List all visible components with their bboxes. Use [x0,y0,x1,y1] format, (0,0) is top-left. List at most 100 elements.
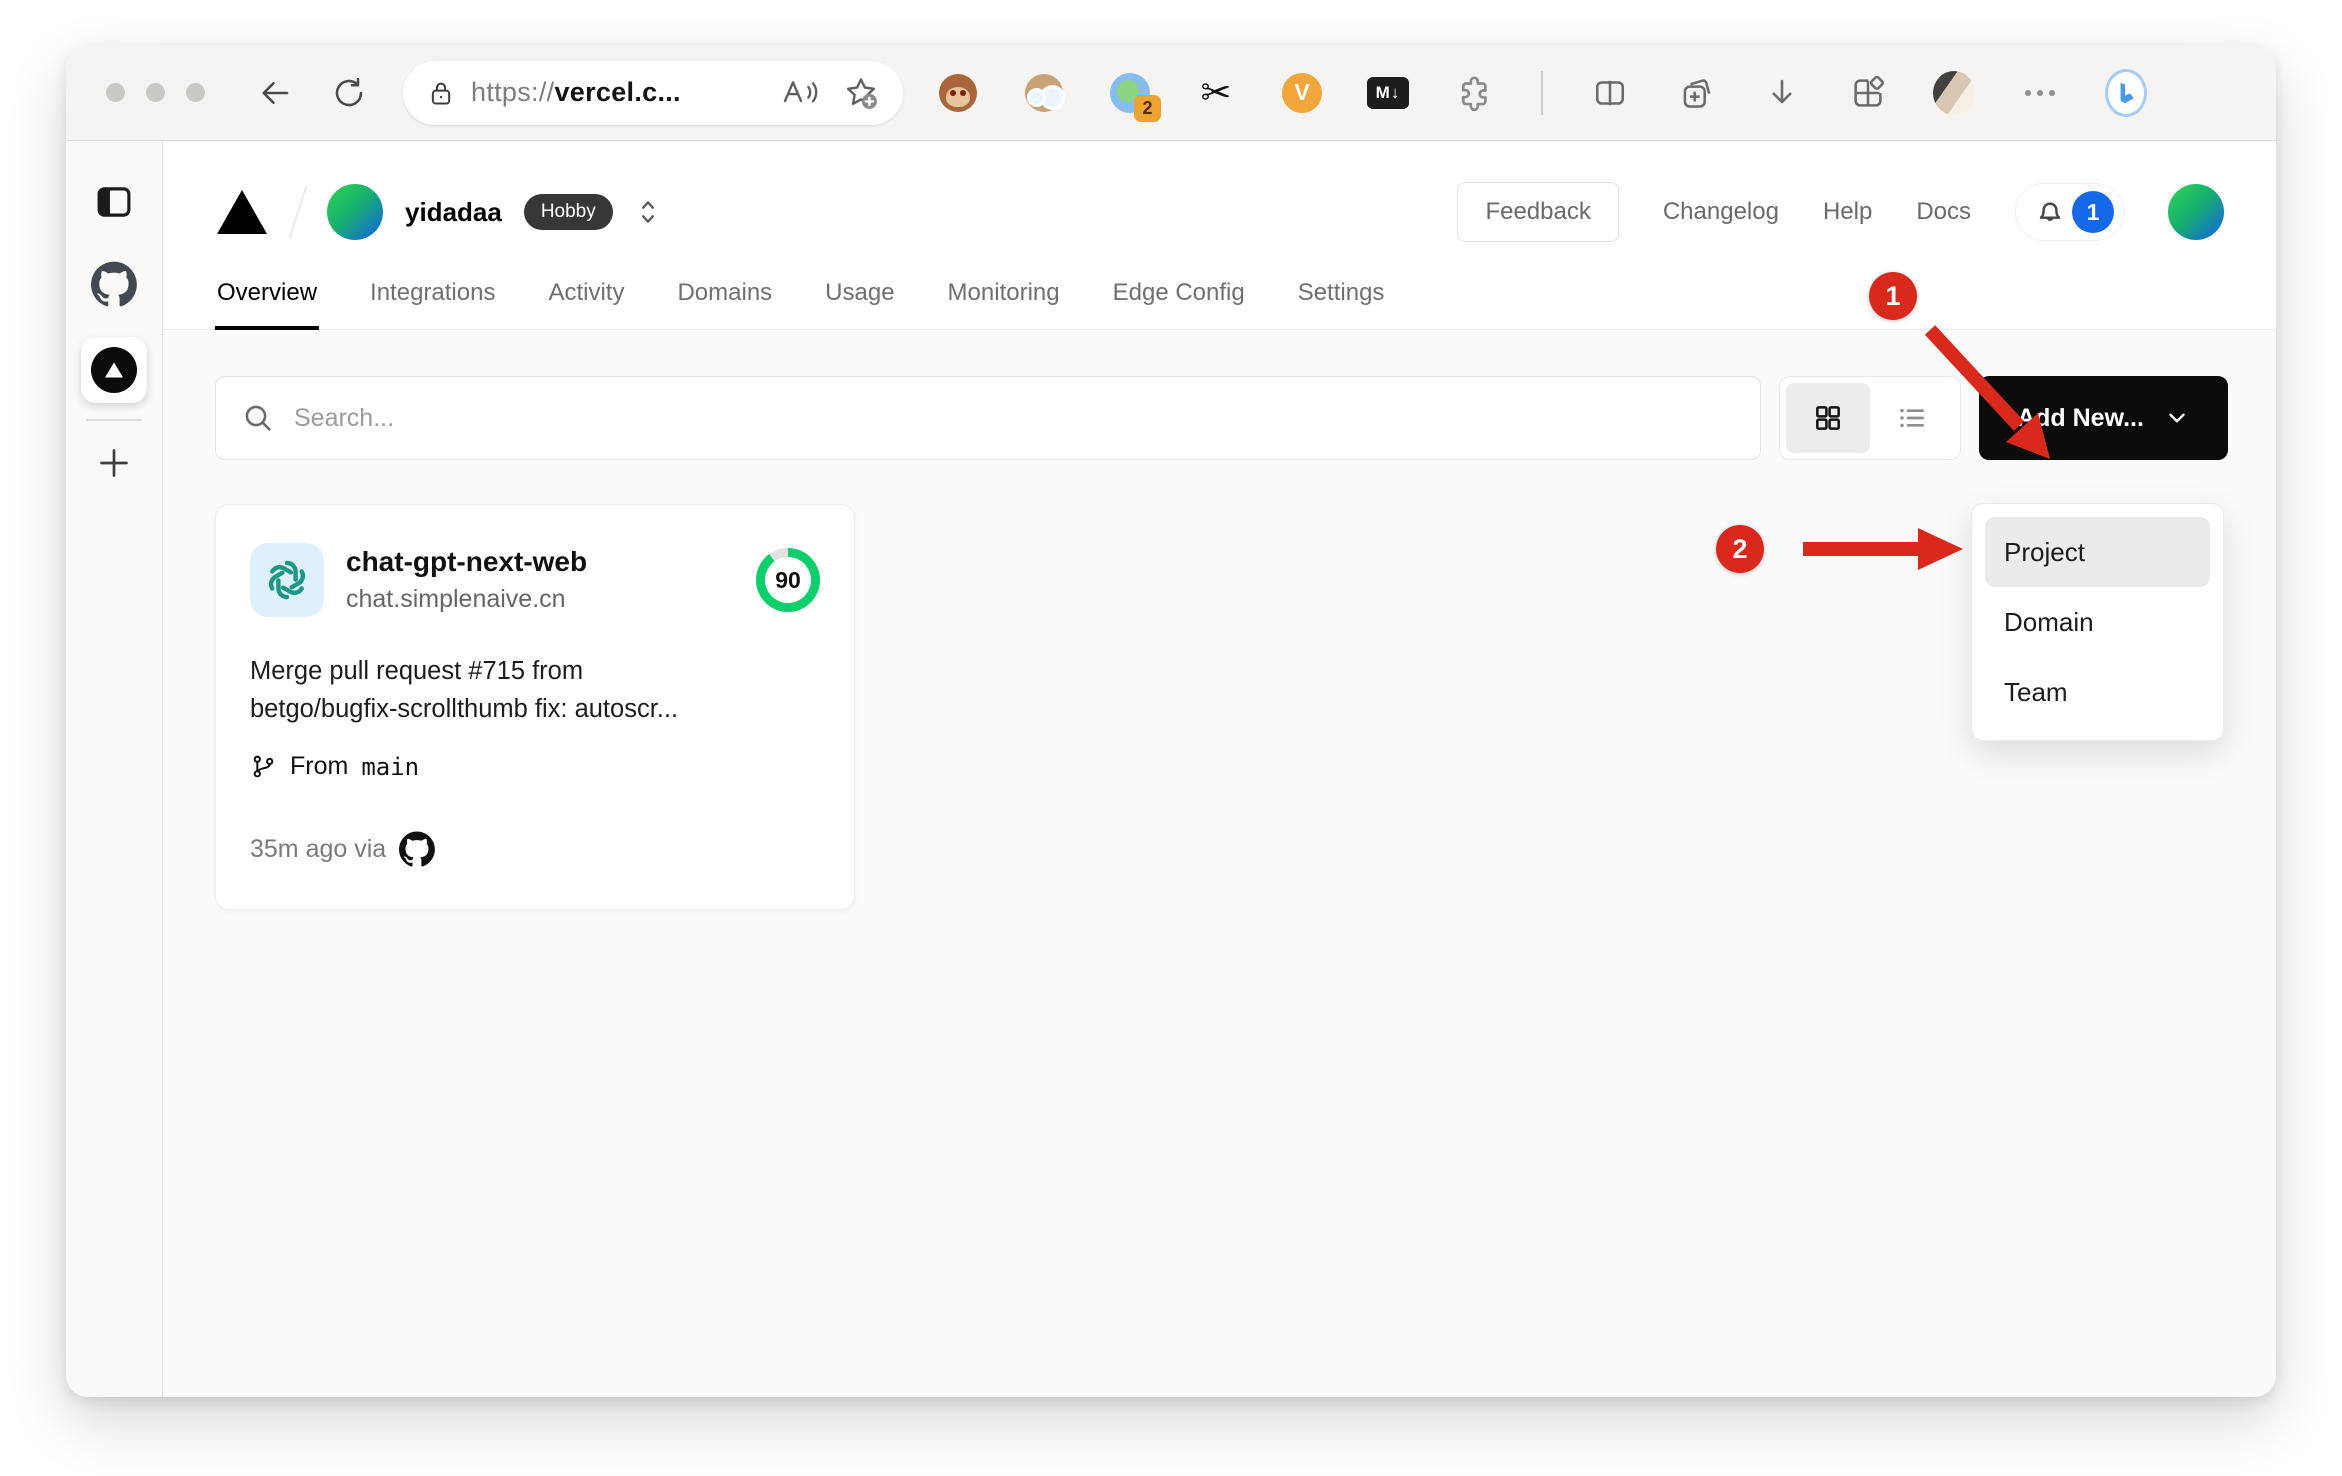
projects-toolbar: Add New... [215,376,2228,460]
downloads-button[interactable] [1761,72,1803,114]
vercel-header: yidadaa Hobby Feedback Changelog Help Do… [163,141,2276,330]
branch-label: From [290,752,349,781]
new-tab-button[interactable] [94,443,134,483]
tab-monitoring[interactable]: Monitoring [946,265,1062,329]
grid-view-icon [1816,406,1840,430]
user-avatar[interactable] [2168,184,2224,240]
team-avatar [327,184,383,240]
split-screen-icon [1595,80,1625,105]
minimize-button[interactable] [146,83,165,102]
clip-extension-icon[interactable]: ✂ [1195,72,1237,114]
extensions-row: 2 ✂ V M↓ [937,68,2236,122]
zoom-button[interactable] [186,83,205,102]
more-menu-button[interactable] [2019,72,2061,114]
chevron-down-icon [2169,413,2185,423]
search-box [215,376,1761,460]
url-host: vercel.c... [554,77,681,107]
workspaces-button[interactable] [1847,72,1889,114]
v-badge-icon: V [1282,72,1322,113]
tab-domains[interactable]: Domains [675,265,774,329]
dropdown-item-domain[interactable]: Domain [1985,587,2210,657]
tab-settings[interactable]: Settings [1296,265,1387,329]
v-extension-icon[interactable]: V [1281,72,1323,114]
reload-button[interactable] [329,73,369,113]
plan-badge: Hobby [523,194,613,230]
changelog-link[interactable]: Changelog [1663,198,1779,226]
notification-count-badge: 1 [2072,191,2114,233]
puzzle-icon [1461,75,1487,111]
read-aloud-icon [783,80,818,102]
add-new-label: Add New... [2017,403,2144,432]
dashboard-tabs: Overview Integrations Activity Domains U… [215,265,2224,330]
annotation-step-1: 1 [1869,272,1917,320]
url-scheme: https:// [471,77,555,107]
tab-overview[interactable]: Overview [215,265,320,330]
header-top-row: yidadaa Hobby Feedback Changelog Help Do… [215,163,2224,261]
split-screen-button[interactable] [1589,72,1631,114]
tab-activity[interactable]: Activity [546,265,626,329]
user-persona-extension-icon[interactable] [1023,72,1065,114]
grid-view-button[interactable] [1786,383,1870,453]
collections-button[interactable] [1675,72,1717,114]
list-view-button[interactable] [1870,383,1954,453]
url-text: https://vercel.c... [471,77,681,108]
github-source-icon [399,831,436,868]
project-titles: chat-gpt-next-web chat.simplenaive.cn [346,546,734,614]
docs-link[interactable]: Docs [1916,198,1971,226]
address-bar[interactable]: https://vercel.c... [403,60,903,125]
dropdown-item-team[interactable]: Team [1985,657,2210,727]
latest-commit-message: Merge pull request #715 from betgo/bugfi… [250,653,820,728]
back-arrow-icon [262,81,289,104]
help-link[interactable]: Help [1823,198,1872,226]
score-value: 90 [775,566,801,593]
team-switcher-button[interactable] [635,197,661,227]
close-button[interactable] [106,83,125,102]
translate-extension-icon[interactable]: 2 [1109,72,1161,122]
browser-window: https://vercel.c... 2 ✂ V M↓ yidadaa Hob… [66,45,2276,1397]
cat-avatar [1933,70,1975,115]
notifications-button[interactable]: 1 [2015,183,2124,241]
bing-chat-button[interactable] [2105,68,2147,117]
feedback-button[interactable]: Feedback [1457,182,1619,242]
search-input[interactable] [294,403,1734,433]
deploy-time-text: 35m ago via [250,834,387,863]
project-domain[interactable]: chat.simplenaive.cn [346,585,734,614]
sidebar-divider [86,419,142,421]
git-branch-icon [253,756,274,778]
team-name: yidadaa [405,196,502,227]
tab-integrations[interactable]: Integrations [368,265,497,329]
project-card[interactable]: chat-gpt-next-web chat.simplenaive.cn 90… [215,504,855,911]
add-favorite-button[interactable] [839,73,883,113]
tampermonkey-extension-icon[interactable] [937,72,979,114]
download-icon [1772,79,1792,103]
scissors-icon: ✂ [1200,72,1232,113]
monkey-icon [939,73,977,112]
chevron-updown-icon [641,201,654,223]
scope-switcher: yidadaa Hobby [215,184,661,240]
dropdown-item-project[interactable]: Project [1985,517,2210,587]
branch-row: From main [250,752,820,781]
profile-avatar-button[interactable] [1933,70,1975,115]
tab-vercel-active[interactable] [81,337,147,403]
tab-github[interactable] [91,261,137,307]
commit-line-1: Merge pull request #715 from [250,657,584,685]
bell-icon [2039,202,2061,221]
openai-logo-icon [268,560,306,600]
add-new-button[interactable]: Add New... [1979,376,2228,460]
toggle-sidebar-button[interactable] [93,181,135,223]
reload-icon [335,77,363,106]
sidebar-panel-icon [97,187,131,217]
extensions-menu-button[interactable] [1453,72,1495,114]
back-button[interactable] [255,73,295,113]
lock-icon [431,82,451,104]
tab-usage[interactable]: Usage [823,265,896,329]
ellipsis-icon [2025,89,2055,96]
star-plus-icon [846,77,877,109]
read-aloud-button[interactable] [779,73,823,113]
github-icon [91,261,137,307]
add-new-dropdown: Project Domain Team [1971,503,2224,741]
tab-edge-config[interactable]: Edge Config [1111,265,1247,329]
markdown-download-extension-icon[interactable]: M↓ [1367,72,1409,114]
toolbar-divider [1541,70,1543,115]
browser-body: yidadaa Hobby Feedback Changelog Help Do… [66,141,2276,1397]
